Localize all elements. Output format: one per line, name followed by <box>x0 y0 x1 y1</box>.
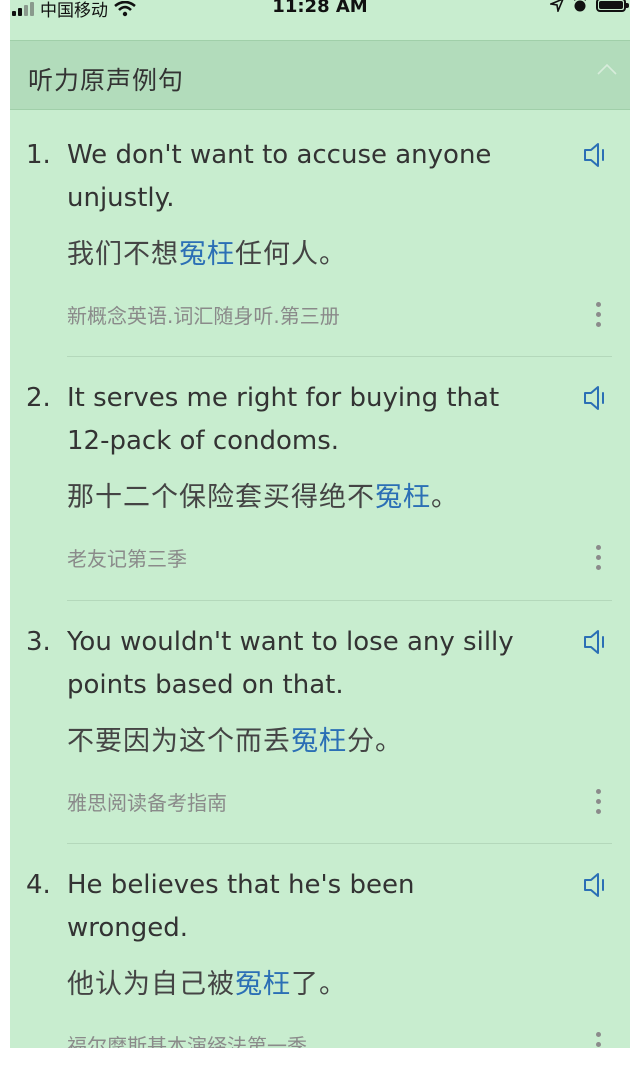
sentence-number: 4. <box>26 870 51 900</box>
english-line: points based on that. <box>67 670 344 700</box>
english-line: You wouldn't want to lose any silly <box>67 627 514 657</box>
source-label[interactable]: 老友记第三季 <box>67 543 527 572</box>
keyword-highlight[interactable]: 冤枉 <box>375 482 431 513</box>
sentence-number: 2. <box>26 383 51 413</box>
english-line: It serves me right for buying that <box>67 383 500 413</box>
english-line: We don't want to accuse anyone <box>67 140 492 170</box>
speaker-icon[interactable] <box>582 870 610 900</box>
speaker-icon[interactable] <box>582 627 610 657</box>
translation-text: 。 <box>431 482 459 513</box>
divider <box>67 843 612 844</box>
english-sentence[interactable]: We don't want to accuse anyone unjustly. <box>67 134 547 220</box>
section-header[interactable]: 听力原声例句 <box>10 40 630 110</box>
more-vertical-icon[interactable] <box>594 789 602 819</box>
keyword-highlight[interactable]: 冤枉 <box>179 239 235 270</box>
translation-text: 我们不想 <box>67 239 179 270</box>
sentence-number: 3. <box>26 627 51 657</box>
source-label[interactable]: 福尔摩斯基本演绎法第一季 <box>67 1030 527 1048</box>
chevron-up-icon[interactable] <box>596 61 618 77</box>
chinese-translation: 我们不想冤枉任何人。 <box>67 232 567 271</box>
speaker-icon[interactable] <box>582 140 610 170</box>
speaker-icon[interactable] <box>582 383 610 413</box>
translation-text: 分。 <box>347 726 403 757</box>
keyword-highlight[interactable]: 冤枉 <box>291 726 347 757</box>
status-bar: 中国移动 11:28 AM <box>10 0 630 22</box>
location-icon <box>550 0 564 12</box>
translation-text: 那十二个保险套买得绝不 <box>67 482 375 513</box>
sentence-number: 1. <box>26 140 51 170</box>
chinese-translation: 不要因为这个而丢冤枉分。 <box>67 719 567 758</box>
english-sentence[interactable]: You wouldn't want to lose any silly poin… <box>67 621 547 707</box>
translation-text: 任何人。 <box>235 239 347 270</box>
translation-text: 不要因为这个而丢 <box>67 726 291 757</box>
divider <box>67 600 612 601</box>
source-label[interactable]: 雅思阅读备考指南 <box>67 787 527 816</box>
english-line: wronged. <box>67 913 189 943</box>
english-line: He believes that he's been <box>67 870 415 900</box>
translation-text: 了。 <box>291 969 347 1000</box>
translation-text: 他认为自己被 <box>67 969 235 1000</box>
source-label[interactable]: 新概念英语.词汇随身听.第三册 <box>67 300 527 329</box>
divider <box>67 356 612 357</box>
more-vertical-icon[interactable] <box>594 302 602 332</box>
chinese-translation: 那十二个保险套买得绝不冤枉。 <box>67 475 567 514</box>
battery-icon <box>596 0 629 12</box>
more-vertical-icon[interactable] <box>594 545 602 575</box>
english-line: unjustly. <box>67 183 175 213</box>
english-sentence[interactable]: He believes that he's been wronged. <box>67 864 547 950</box>
english-sentence[interactable]: It serves me right for buying that 12-pa… <box>67 377 547 463</box>
screen: 中国移动 11:28 AM 听力原声例句 1. We don't want to… <box>10 0 630 1048</box>
keyword-highlight[interactable]: 冤枉 <box>235 969 291 1000</box>
more-vertical-icon[interactable] <box>594 1032 602 1048</box>
status-right <box>550 0 629 13</box>
status-time: 11:28 AM <box>272 0 368 17</box>
section-title: 听力原声例句 <box>28 66 185 95</box>
english-line: 12-pack of condoms. <box>67 426 340 456</box>
alarm-icon <box>574 0 586 12</box>
chinese-translation: 他认为自己被冤枉了。 <box>67 962 567 1001</box>
